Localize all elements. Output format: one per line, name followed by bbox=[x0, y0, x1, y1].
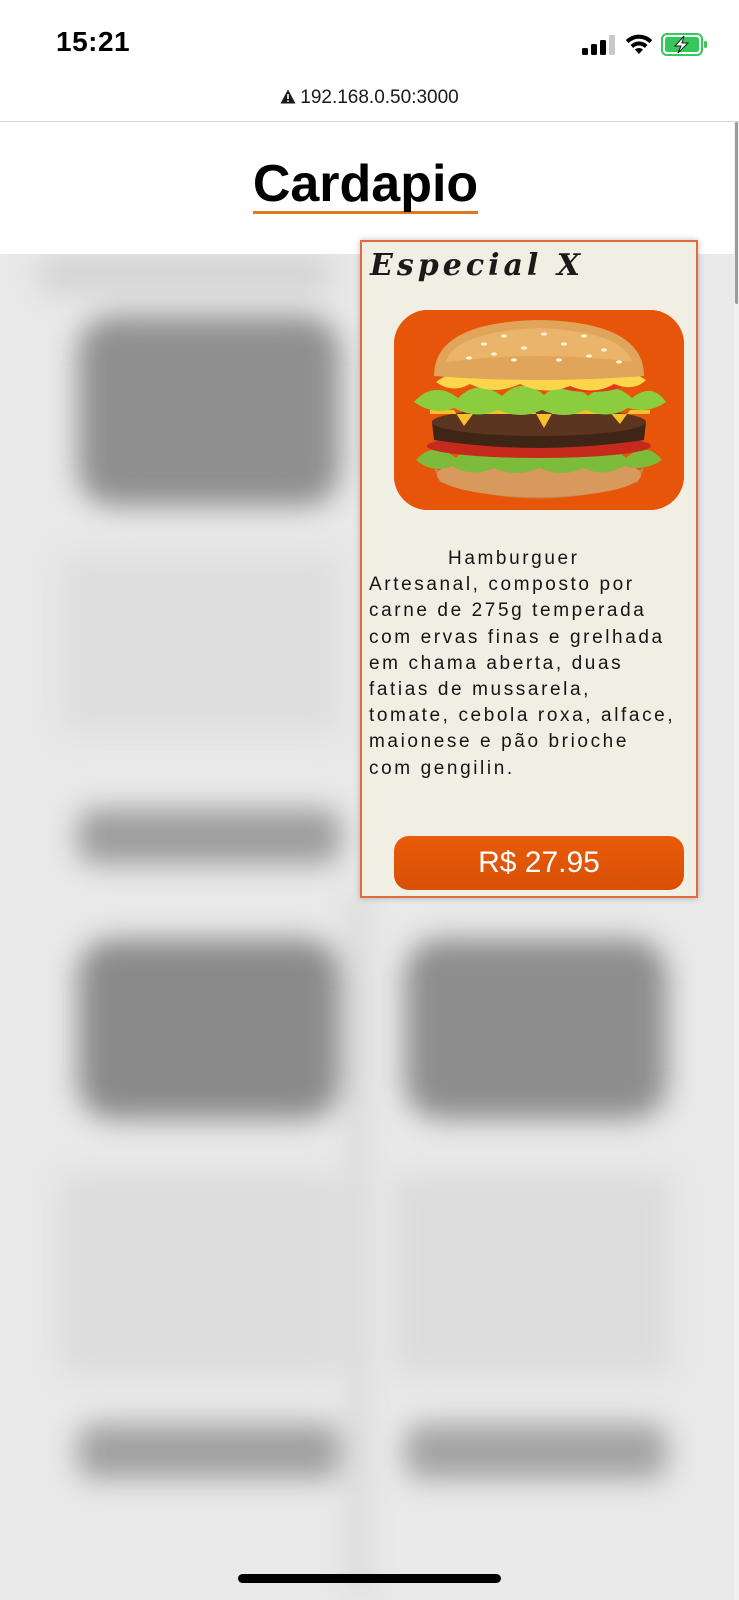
status-bar: 15:21 bbox=[0, 0, 739, 80]
status-time: 15:21 bbox=[56, 26, 131, 57]
page-title: Cardapio bbox=[0, 154, 731, 214]
hamburger-illustration bbox=[394, 310, 684, 510]
page-title-text: Cardapio bbox=[252, 155, 479, 214]
url-text: 192.168.0.50:3000 bbox=[300, 87, 459, 108]
wifi-icon bbox=[625, 34, 653, 54]
product-name: Especial X bbox=[370, 248, 585, 283]
price-button[interactable]: R$ 27.95 bbox=[394, 836, 684, 890]
product-card[interactable]: Especial X Hamburguer Artesanal, compost… bbox=[360, 240, 698, 898]
home-indicator[interactable] bbox=[238, 1574, 501, 1583]
page-header: Cardapio bbox=[0, 122, 739, 254]
product-image bbox=[394, 310, 684, 510]
warning-icon bbox=[280, 89, 296, 104]
scrollbar-track[interactable] bbox=[734, 122, 739, 1600]
signal-icon bbox=[582, 35, 616, 55]
product-description: Hamburguer Artesanal, composto por carne… bbox=[369, 548, 676, 779]
address-bar[interactable]: 192.168.0.50:3000 bbox=[0, 80, 739, 122]
url-display[interactable]: 192.168.0.50:3000 bbox=[0, 87, 739, 109]
scrollbar-thumb[interactable] bbox=[735, 122, 738, 304]
battery-charging-icon bbox=[661, 33, 707, 56]
